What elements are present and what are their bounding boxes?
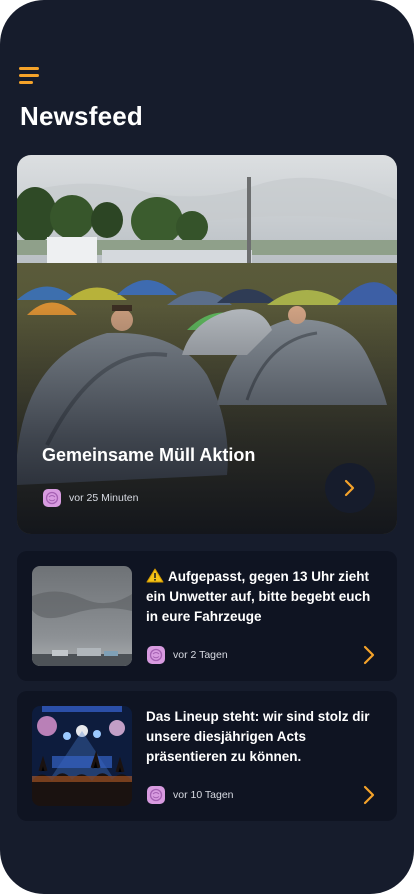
news-title-text: Aufgepasst, gegen 13 Uhr zieht ein Unwet… xyxy=(146,569,371,624)
news-thumbnail xyxy=(32,706,132,806)
news-title: Aufgepasst, gegen 13 Uhr zieht ein Unwet… xyxy=(146,567,371,627)
chevron-right-icon[interactable] xyxy=(362,785,376,805)
news-time: vor 10 Tagen xyxy=(173,789,234,801)
app-screen: Newsfeed Gemeinsame Müll Aktion vor 25 M… xyxy=(0,0,414,894)
author-avatar-icon xyxy=(43,489,61,507)
featured-open-button[interactable] xyxy=(325,463,375,513)
chevron-right-icon xyxy=(344,479,355,497)
featured-news-time: vor 25 Minuten xyxy=(69,492,139,504)
news-thumbnail xyxy=(32,566,132,666)
author-avatar-icon xyxy=(147,646,165,664)
news-time: vor 2 Tagen xyxy=(173,649,228,661)
news-title: Das Lineup steht: wir sind stolz dir uns… xyxy=(146,709,370,764)
featured-news-card[interactable]: Gemeinsame Müll Aktion vor 25 Minuten xyxy=(17,155,397,534)
page-title: Newsfeed xyxy=(20,101,143,131)
news-card[interactable]: Aufgepasst, gegen 13 Uhr zieht ein Unwet… xyxy=(17,551,397,681)
news-card[interactable]: Das Lineup steht: wir sind stolz dir uns… xyxy=(17,691,397,821)
featured-news-title: Gemeinsame Müll Aktion xyxy=(42,445,256,465)
warning-icon xyxy=(146,568,164,583)
author-avatar-icon xyxy=(147,786,165,804)
chevron-right-icon[interactable] xyxy=(362,645,376,665)
hamburger-menu-icon[interactable] xyxy=(19,67,41,85)
